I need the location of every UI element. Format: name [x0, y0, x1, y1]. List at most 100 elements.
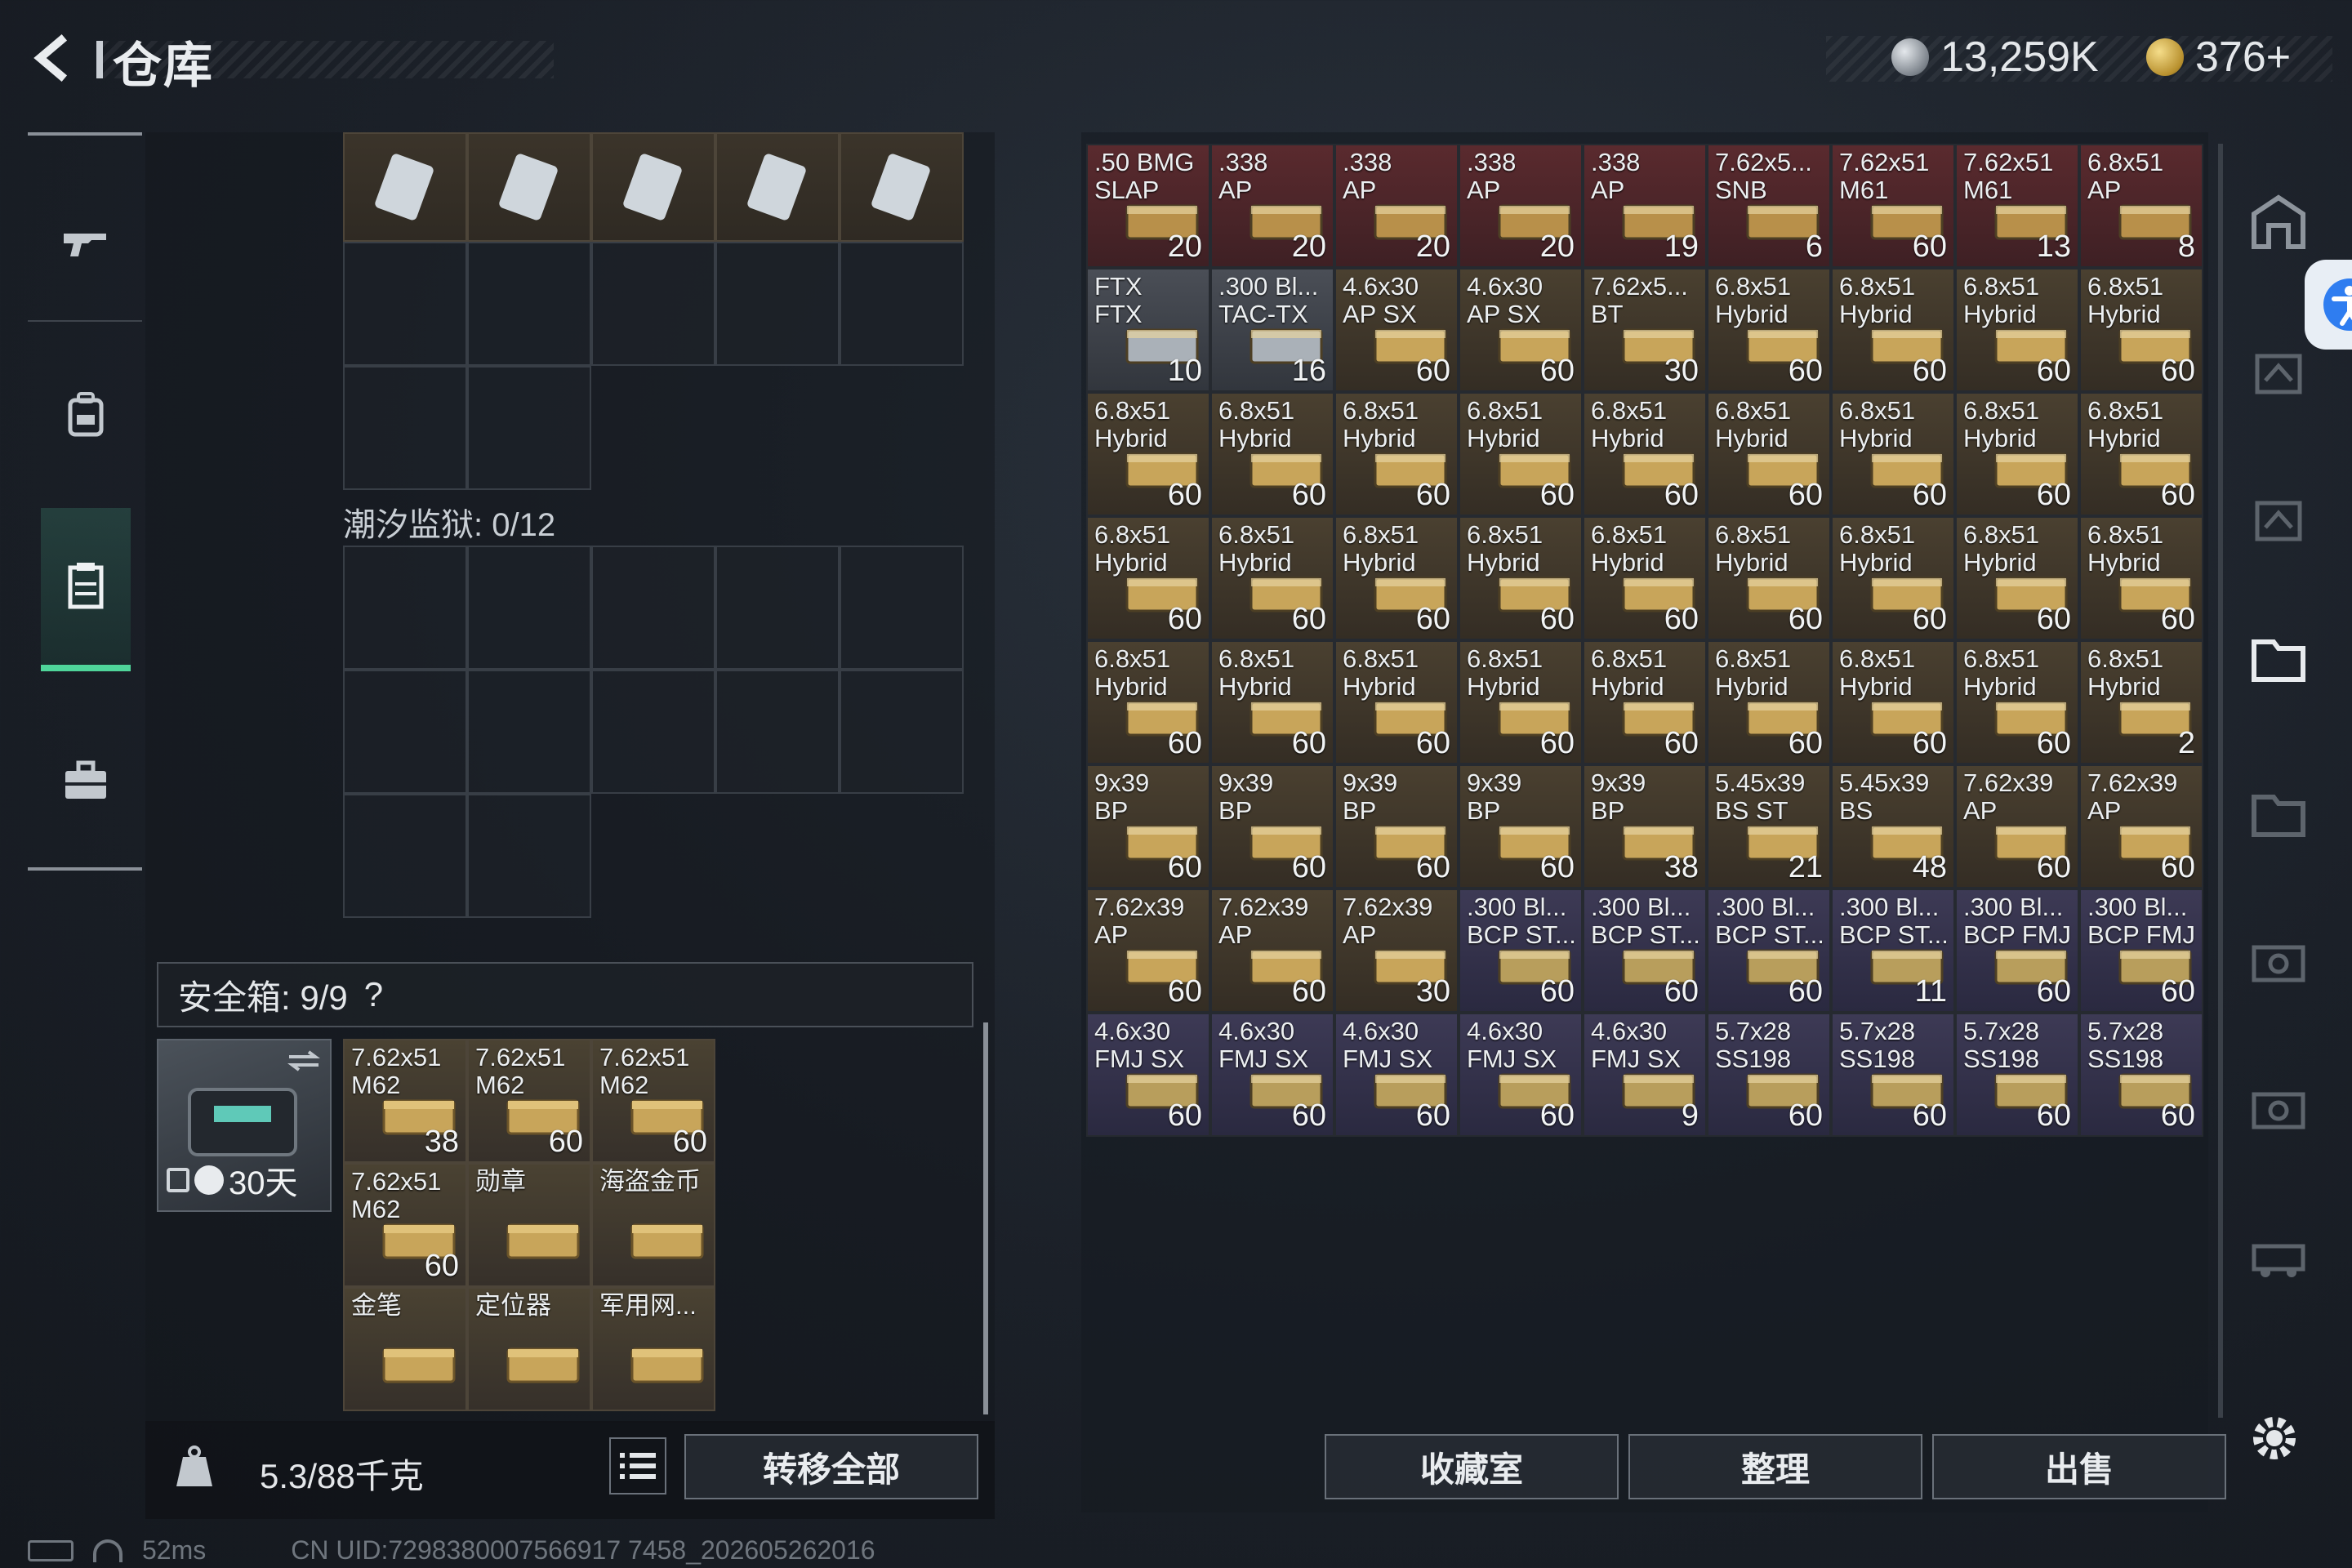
storage-item-slot[interactable]: 4.6x30 AP SX 60 [1334, 268, 1459, 392]
empty-slot[interactable] [715, 242, 840, 366]
empty-slot[interactable] [840, 546, 964, 670]
storage-item-slot[interactable]: 7.62x39 AP 60 [1086, 889, 1210, 1013]
storage-item-slot[interactable]: 6.8x51 Hybrid 60 [1583, 640, 1707, 764]
accessibility-button[interactable] [2305, 260, 2352, 350]
storage-item-slot[interactable]: .300 Bl... BCP FMJ 60 [1955, 889, 2079, 1013]
storage-item-slot[interactable]: 6.8x51 Hybrid 60 [1086, 640, 1210, 764]
storage-item-slot[interactable]: 6.8x51 Hybrid 60 [1086, 392, 1210, 516]
safe-item-slot[interactable]: 7.62x51 M62 60 [591, 1039, 715, 1163]
storage-item-slot[interactable]: .338 AP 20 [1210, 144, 1334, 268]
storage-item-slot[interactable]: 4.6x30 FMJ SX 60 [1334, 1013, 1459, 1137]
currency-gold[interactable]: 376+ [2146, 33, 2291, 82]
storage-item-slot[interactable]: 5.7x28 SS198 60 [1955, 1013, 2079, 1137]
storage-item-slot[interactable]: 4.6x30 FMJ SX 60 [1210, 1013, 1334, 1137]
category-container-5[interactable] [2241, 923, 2316, 998]
sort-button[interactable]: 整理 [1628, 1434, 1922, 1499]
storage-item-slot[interactable]: 7.62x5... BT 30 [1583, 268, 1707, 392]
storage-item-slot[interactable]: 6.8x51 Hybrid 60 [1707, 640, 1831, 764]
empty-slot[interactable] [343, 242, 467, 366]
collection-room-button[interactable]: 收藏室 [1325, 1434, 1619, 1499]
category-container-6[interactable] [2241, 1070, 2316, 1145]
storage-item-slot[interactable]: .300 Bl... BCP ST... 60 [1707, 889, 1831, 1013]
safe-item-slot[interactable]: 军用网... [591, 1287, 715, 1411]
storage-item-slot[interactable]: 6.8x51 Hybrid 60 [1459, 640, 1583, 764]
rail-scrollbar[interactable] [2218, 144, 2223, 1418]
storage-item-slot[interactable]: 6.8x51 Hybrid 60 [1334, 640, 1459, 764]
keycard-slot[interactable] [467, 132, 591, 242]
empty-slot[interactable] [715, 546, 840, 670]
storage-item-slot[interactable]: 6.8x51 Hybrid 60 [1210, 516, 1334, 640]
keycard-slot[interactable] [715, 132, 840, 242]
category-container-7[interactable] [2241, 1217, 2316, 1292]
storage-item-slot[interactable]: .338 AP 19 [1583, 144, 1707, 268]
storage-item-slot[interactable]: 9x39 BP 60 [1086, 764, 1210, 889]
storage-item-slot[interactable]: 5.45x39 BS 48 [1831, 764, 1955, 889]
empty-slot[interactable] [467, 242, 591, 366]
storage-item-slot[interactable]: 4.6x30 FMJ SX 9 [1583, 1013, 1707, 1137]
storage-item-slot[interactable]: 7.62x39 AP 60 [2079, 764, 2203, 889]
storage-item-slot[interactable]: 7.62x51 M61 13 [1955, 144, 2079, 268]
storage-item-slot[interactable]: 6.8x51 Hybrid 60 [1707, 516, 1831, 640]
empty-slot[interactable] [840, 242, 964, 366]
storage-item-slot[interactable]: 4.6x30 FMJ SX 60 [1459, 1013, 1583, 1137]
empty-slot[interactable] [591, 242, 715, 366]
keycard-slot[interactable] [343, 132, 467, 242]
safe-item-slot[interactable]: 7.62x51 M62 60 [343, 1163, 467, 1287]
storage-item-slot[interactable]: 5.7x28 SS198 60 [1831, 1013, 1955, 1137]
storage-item-slot[interactable]: .300 Bl... BCP ST... 60 [1583, 889, 1707, 1013]
storage-item-slot[interactable]: 6.8x51 Hybrid 60 [1210, 392, 1334, 516]
storage-item-slot[interactable]: .338 AP 20 [1334, 144, 1459, 268]
empty-slot[interactable] [467, 366, 591, 490]
safe-box-container[interactable]: 30天 [157, 1039, 332, 1212]
storage-item-slot[interactable]: 6.8x51 Hybrid 60 [1459, 516, 1583, 640]
safe-item-slot[interactable]: 7.62x51 M62 60 [467, 1039, 591, 1163]
storage-item-slot[interactable]: 6.8x51 Hybrid 60 [1831, 392, 1955, 516]
storage-item-slot[interactable]: .300 Bl... BCP ST... 11 [1831, 889, 1955, 1013]
empty-slot[interactable] [343, 670, 467, 794]
empty-slot[interactable] [715, 670, 840, 794]
keycard-slot[interactable] [591, 132, 715, 242]
keycard-slot[interactable] [840, 132, 964, 242]
storage-item-slot[interactable]: 6.8x51 Hybrid 60 [1210, 640, 1334, 764]
storage-item-slot[interactable]: 6.8x51 Hybrid 60 [1086, 516, 1210, 640]
empty-slot[interactable] [591, 670, 715, 794]
empty-slot[interactable] [467, 670, 591, 794]
storage-item-slot[interactable]: 7.62x39 AP 60 [1955, 764, 2079, 889]
sell-button[interactable]: 出售 [1932, 1434, 2226, 1499]
storage-item-slot[interactable]: 6.8x51 Hybrid 60 [1955, 268, 2079, 392]
storage-item-slot[interactable]: 6.8x51 Hybrid 60 [1583, 392, 1707, 516]
empty-slot[interactable] [591, 546, 715, 670]
storage-item-slot[interactable]: 6.8x51 Hybrid 60 [1955, 640, 2079, 764]
storage-item-slot[interactable]: FTX FTX 10 [1086, 268, 1210, 392]
storage-item-slot[interactable]: 6.8x51 Hybrid 60 [1955, 516, 2079, 640]
settings-button[interactable] [2246, 1410, 2303, 1467]
back-button[interactable] [24, 29, 82, 87]
storage-item-slot[interactable]: 6.8x51 Hybrid 60 [2079, 392, 2203, 516]
storage-item-slot[interactable]: 6.8x51 Hybrid 60 [1459, 392, 1583, 516]
category-container-1[interactable] [2241, 335, 2316, 410]
category-container-3-active[interactable] [2241, 621, 2316, 696]
storage-item-slot[interactable]: 6.8x51 Hybrid 60 [2079, 268, 2203, 392]
storage-item-slot[interactable]: 5.7x28 SS198 60 [2079, 1013, 2203, 1137]
nav-item-briefcase[interactable] [41, 720, 131, 843]
safe-item-slot[interactable]: 定位器 [467, 1287, 591, 1411]
storage-item-slot[interactable]: 6.8x51 Hybrid 60 [1831, 268, 1955, 392]
empty-slot[interactable] [343, 794, 467, 918]
empty-slot[interactable] [467, 794, 591, 918]
storage-item-slot[interactable]: .50 BMG SLAP 20 [1086, 144, 1210, 268]
transfer-all-button[interactable]: 转移全部 [684, 1434, 978, 1499]
nav-item-backpack[interactable] [41, 353, 131, 475]
storage-item-slot[interactable]: 6.8x51 Hybrid 2 [2079, 640, 2203, 764]
storage-item-slot[interactable]: 6.8x51 Hybrid 60 [1334, 516, 1459, 640]
storage-item-slot[interactable]: .338 AP 20 [1459, 144, 1583, 268]
safe-item-slot[interactable]: 海盗金币 [591, 1163, 715, 1287]
storage-item-slot[interactable]: 4.6x30 FMJ SX 60 [1086, 1013, 1210, 1137]
storage-item-slot[interactable]: 9x39 BP 38 [1583, 764, 1707, 889]
storage-item-slot[interactable]: 6.8x51 Hybrid 60 [2079, 516, 2203, 640]
storage-item-slot[interactable]: 5.45x39 BS ST 21 [1707, 764, 1831, 889]
currency-silver[interactable]: 13,259K [1891, 33, 2099, 82]
storage-item-slot[interactable]: 6.8x51 Hybrid 60 [1707, 392, 1831, 516]
category-all[interactable] [2241, 185, 2316, 260]
storage-item-slot[interactable]: 5.7x28 SS198 60 [1707, 1013, 1831, 1137]
storage-item-slot[interactable]: 9x39 BP 60 [1459, 764, 1583, 889]
